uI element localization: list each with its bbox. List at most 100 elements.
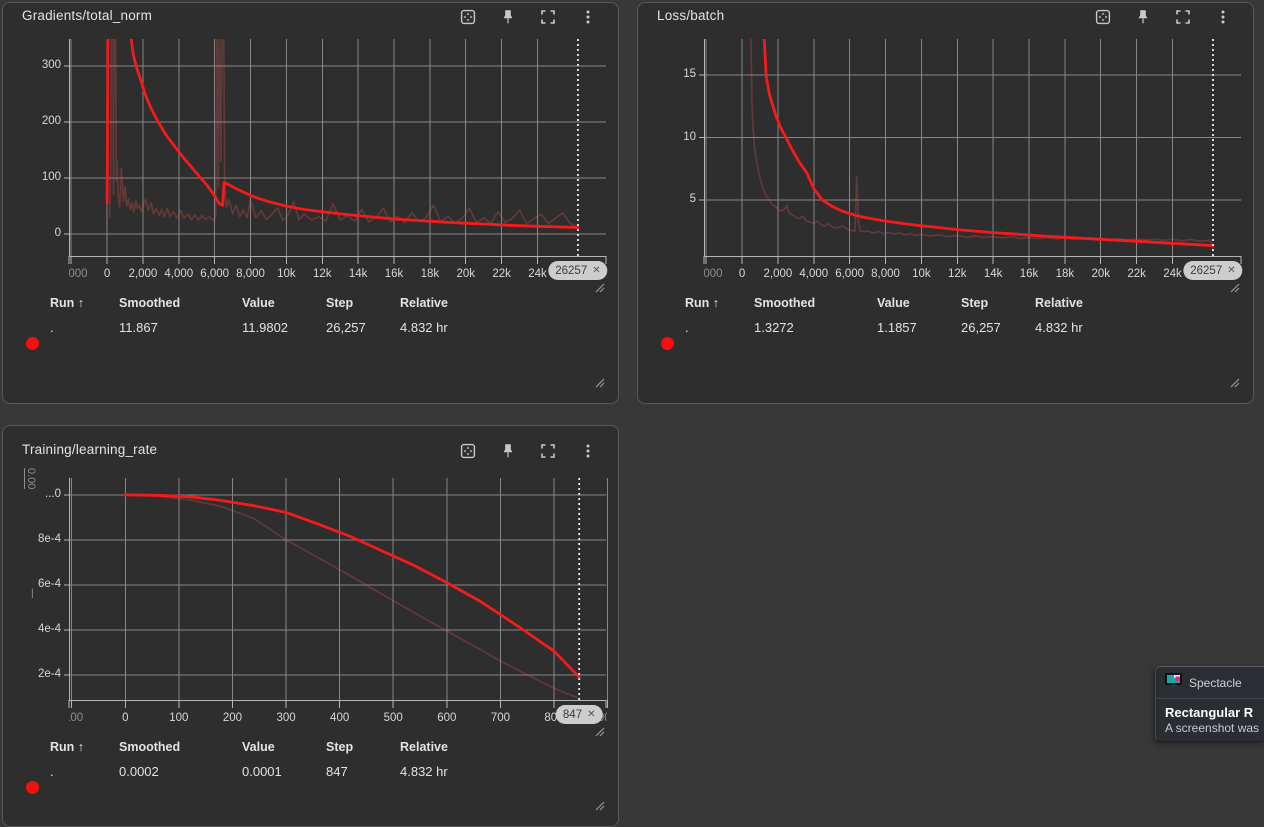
more-options-icon[interactable] xyxy=(568,4,608,30)
table-header-relative[interactable]: Relative xyxy=(1035,296,1083,310)
x-tick-label: 2,000 xyxy=(764,268,793,280)
x-tick-label: 18k xyxy=(1056,268,1075,280)
fit-domain-icon[interactable] xyxy=(1083,4,1123,30)
table-cell-value: 1.1857 xyxy=(877,320,917,335)
resize-grip-card[interactable] xyxy=(594,800,605,811)
table-header-run[interactable]: Run ↑ xyxy=(685,296,719,310)
resize-grip-axis[interactable] xyxy=(594,726,605,737)
x-tick-label: 10k xyxy=(277,268,296,280)
x-tick-label: 0 xyxy=(739,268,745,280)
x-tick-label: 700 xyxy=(491,712,510,724)
x-tick-label: 4,000 xyxy=(799,268,828,280)
step-pill[interactable]: 26257 ✕ xyxy=(1183,261,1242,280)
pill-close-icon[interactable]: ✕ xyxy=(587,710,595,720)
notification-app-name: Spectacle xyxy=(1189,676,1242,690)
table-cell-value: 11.9802 xyxy=(242,320,288,335)
fit-domain-icon[interactable] xyxy=(448,4,488,30)
plot-area[interactable] xyxy=(69,39,606,256)
x-tick-label: 400 xyxy=(330,712,349,724)
fullscreen-icon[interactable] xyxy=(1163,4,1203,30)
table-header-value[interactable]: Value xyxy=(242,740,275,754)
pill-close-icon[interactable]: ✕ xyxy=(1227,266,1235,276)
plot-area[interactable] xyxy=(704,39,1241,256)
x-axis-labels: -2,00002,0004,0006,0008,00010k12k14k16k1… xyxy=(704,268,1242,284)
more-options-icon[interactable] xyxy=(1203,4,1243,30)
table-header-relative[interactable]: Relative xyxy=(400,740,448,754)
x-tick-label: 20k xyxy=(456,268,475,280)
chart-toolbar xyxy=(1083,4,1243,30)
x-tick-label: 100 xyxy=(169,712,188,724)
x-axis-labels: -1000100200300400500600700800900 xyxy=(69,712,607,728)
resize-grip-axis[interactable] xyxy=(594,282,605,293)
table-cell-step: 26,257 xyxy=(961,320,1001,335)
y-tick-label: ...0 xyxy=(45,488,61,500)
x-tick-label: 12k xyxy=(948,268,967,280)
chart-toolbar xyxy=(448,4,608,30)
step-pill[interactable]: 26257 ✕ xyxy=(548,261,607,280)
x-tick-label: 14k xyxy=(349,268,368,280)
table-header-run[interactable]: Run ↑ xyxy=(50,740,84,754)
pill-close-icon[interactable]: ✕ xyxy=(592,266,600,276)
resize-grip-card[interactable] xyxy=(1229,377,1240,388)
pin-icon[interactable] xyxy=(488,438,528,464)
fullscreen-icon[interactable] xyxy=(528,4,568,30)
table-header-smoothed[interactable]: Smoothed xyxy=(119,296,180,310)
table-header-step[interactable]: Step xyxy=(961,296,988,310)
y-tick-label: 8e-4 xyxy=(38,533,61,545)
chart-title: Gradients/total_norm xyxy=(22,8,152,23)
x-tick-label: 20k xyxy=(1091,268,1110,280)
more-options-icon[interactable] xyxy=(568,438,608,464)
chart-toolbar xyxy=(448,438,608,464)
table-cell-relative: 4.832 hr xyxy=(400,764,448,779)
x-tick-label: 18k xyxy=(421,268,440,280)
table-header-smoothed[interactable]: Smoothed xyxy=(119,740,180,754)
x-tick-label: 600 xyxy=(437,712,456,724)
table-header-smoothed[interactable]: Smoothed xyxy=(754,296,815,310)
notification-body: A screenshot was xyxy=(1156,721,1264,739)
table-cell-step: 26,257 xyxy=(326,320,366,335)
x-tick-label: 16k xyxy=(385,268,404,280)
chart-card: Loss/batch xyxy=(637,2,1254,404)
resize-grip-card[interactable] xyxy=(594,377,605,388)
x-tick-label: 200 xyxy=(223,712,242,724)
y-tick-label: 4e-4 xyxy=(38,623,61,635)
plot-area[interactable] xyxy=(69,478,606,700)
y-tick-label: 15 xyxy=(683,68,696,80)
x-tick-label: 0 xyxy=(104,268,110,280)
notification-popup[interactable]: Spectacle Rectangular R A screenshot was xyxy=(1155,666,1264,742)
table-cell-relative: 4.832 hr xyxy=(1035,320,1083,335)
x-axis-labels: -2,00002,0004,0006,0008,00010k12k14k16k1… xyxy=(69,268,607,284)
step-pill-label: 26257 xyxy=(1190,265,1222,277)
fit-domain-icon[interactable] xyxy=(448,438,488,464)
y-tick-label: 300 xyxy=(42,59,61,71)
table-cell-value: 0.0001 xyxy=(242,764,282,779)
x-tick-label: 300 xyxy=(276,712,295,724)
chart-card: Training/learning_rate xyxy=(2,425,619,827)
table-header-step[interactable]: Step xyxy=(326,740,353,754)
resize-grip-axis[interactable] xyxy=(1229,282,1240,293)
pin-icon[interactable] xyxy=(1123,4,1163,30)
y-tick-label: 6e-4 xyxy=(38,578,61,590)
run-color-dot xyxy=(26,337,39,350)
chart-title: Loss/batch xyxy=(657,8,724,23)
x-tick-label: 500 xyxy=(384,712,403,724)
table-header-step[interactable]: Step xyxy=(326,296,353,310)
step-pill-label: 26257 xyxy=(555,265,587,277)
x-tick-label: 16k xyxy=(1020,268,1039,280)
table-header-run[interactable]: Run ↑ xyxy=(50,296,84,310)
step-pill[interactable]: 847 ✕ xyxy=(556,705,603,724)
x-tick-label: 6,000 xyxy=(200,268,229,280)
chart-card: Gradients/total_norm xyxy=(2,2,619,404)
y-axis-labels: 2e-4 4e-4 6e-4 8e-4 ...0 xyxy=(3,478,61,700)
pin-icon[interactable] xyxy=(488,4,528,30)
y-tick-label: 0 xyxy=(55,227,61,239)
table-header-value[interactable]: Value xyxy=(242,296,275,310)
spectacle-app-icon xyxy=(1165,673,1182,693)
x-tick-label: 12k xyxy=(313,268,332,280)
x-tick-label: -2,000 xyxy=(704,268,723,280)
run-color-dot xyxy=(661,337,674,350)
fullscreen-icon[interactable] xyxy=(528,438,568,464)
table-header-value[interactable]: Value xyxy=(877,296,910,310)
y-tick-label: 2e-4 xyxy=(38,668,61,680)
table-header-relative[interactable]: Relative xyxy=(400,296,448,310)
